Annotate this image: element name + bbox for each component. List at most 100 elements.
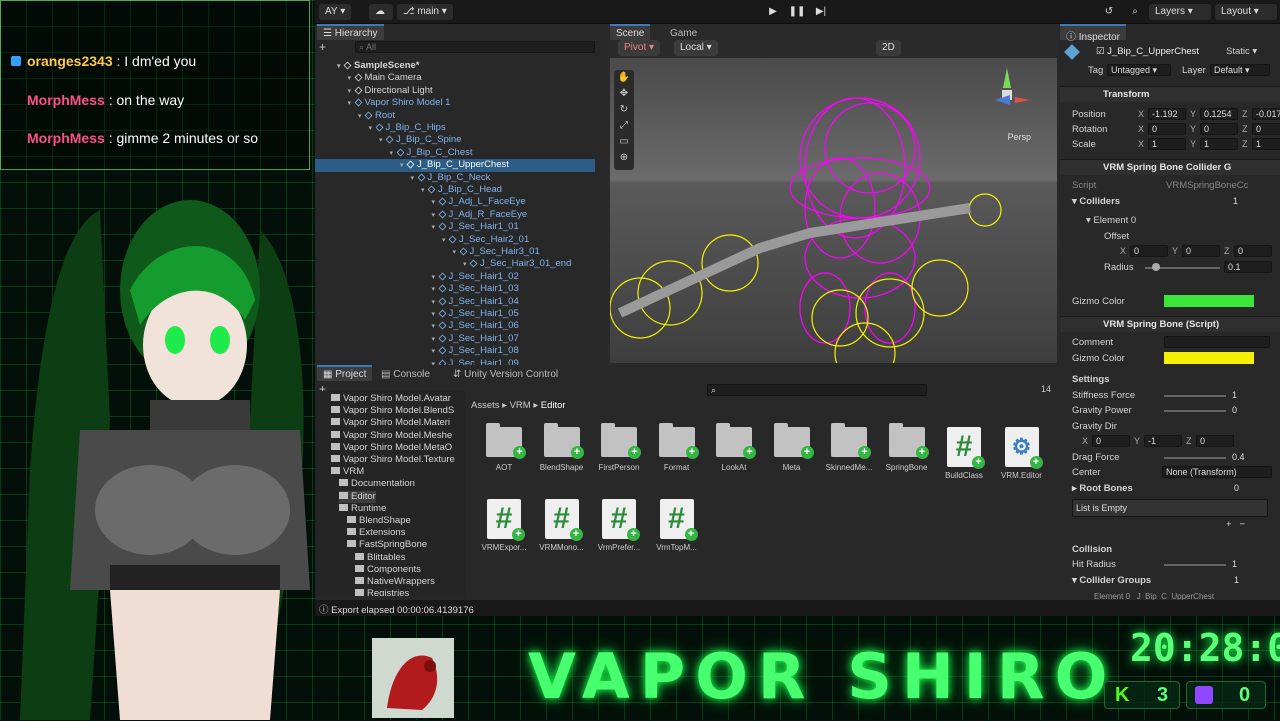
expand-arrow-icon[interactable]: ▾	[432, 335, 439, 343]
toggle-2d-button[interactable]: 2D	[876, 40, 901, 56]
project-tree-item[interactable]: BlendShape	[347, 515, 411, 527]
drag-slider[interactable]	[1164, 457, 1226, 459]
project-tree-item[interactable]: VRM	[331, 466, 364, 478]
project-tree-item[interactable]: Extensions	[347, 527, 405, 539]
expand-arrow-icon[interactable]: ▾	[432, 223, 439, 231]
expand-arrow-icon[interactable]: ▾	[432, 273, 439, 281]
tab-console[interactable]: ▤ Console	[375, 365, 436, 381]
hierarchy-item[interactable]: ▾ J_Sec_Hair1_07	[315, 333, 595, 345]
collider-group-element[interactable]: Element 0 J_Bip_C_UpperChest	[1094, 592, 1214, 600]
breadcrumb-vrm[interactable]: VRM	[510, 400, 531, 411]
gravity-dir-z-field[interactable]: 0	[1196, 435, 1234, 447]
root-bones-count[interactable]: 0	[1234, 483, 1239, 493]
hierarchy-item[interactable]: ▾ J_Bip_C_Head	[315, 184, 595, 196]
expand-arrow-icon[interactable]: ▾	[348, 87, 355, 95]
account-dropdown[interactable]: AY ▾	[319, 4, 352, 20]
project-tree-item[interactable]: Components	[355, 564, 421, 576]
transform-header[interactable]: Transform	[1060, 86, 1280, 102]
spring-bone-header[interactable]: VRM Spring Bone (Script)	[1060, 316, 1280, 332]
gizmo-color-swatch[interactable]	[1164, 295, 1254, 307]
rotation-x-field[interactable]: 0	[1148, 123, 1186, 135]
expand-arrow-icon[interactable]: ▾	[432, 347, 439, 355]
offset-y-field[interactable]: 0	[1182, 245, 1220, 257]
hierarchy-item[interactable]: ▾ J_Adj_L_FaceEye	[315, 196, 595, 208]
hierarchy-item[interactable]: ▾ J_Sec_Hair3_01_end	[315, 258, 595, 270]
hit-radius-slider[interactable]	[1164, 564, 1226, 566]
expand-arrow-icon[interactable]: ▾	[337, 62, 344, 70]
asset-item[interactable]: # + VrmPrefer...	[593, 499, 645, 552]
project-tree-item[interactable]: Vapor Shiro Model.Materi	[331, 417, 450, 429]
tab-inspector[interactable]: ⓘ Inspector	[1060, 24, 1126, 43]
colliders-count[interactable]: 1	[1233, 196, 1238, 206]
local-dropdown[interactable]: Local ▾	[674, 40, 718, 56]
hierarchy-item[interactable]: ▾ J_Sec_Hair1_05	[315, 308, 595, 320]
hierarchy-item[interactable]: ▾ J_Bip_C_Neck	[315, 172, 595, 184]
stiffness-slider[interactable]	[1164, 395, 1226, 397]
collider-group-header[interactable]: VRM Spring Bone Collider G	[1060, 159, 1280, 175]
hit-radius-value[interactable]: 1	[1232, 559, 1237, 569]
offset-z-field[interactable]: 0	[1234, 245, 1272, 257]
rotate-tool-icon[interactable]: ↻	[614, 102, 634, 118]
comment-field[interactable]	[1164, 336, 1270, 348]
scale-tool-icon[interactable]: ⤢	[614, 118, 634, 134]
search-icon[interactable]: ⌕	[1125, 4, 1145, 20]
scale-z-field[interactable]: 1	[1252, 138, 1280, 150]
asset-item[interactable]: + LookAt	[708, 423, 760, 472]
scale-x-field[interactable]: 1	[1148, 138, 1186, 150]
hierarchy-item[interactable]: ▾ J_Sec_Hair1_09	[315, 358, 595, 365]
expand-arrow-icon[interactable]: ▾	[411, 174, 418, 182]
expand-arrow-icon[interactable]: ▾	[379, 136, 386, 144]
hierarchy-search-input[interactable]: ⌕ All	[355, 41, 595, 53]
position-z-field[interactable]: -0.017	[1252, 108, 1280, 120]
breadcrumb-editor[interactable]: Editor	[541, 400, 566, 411]
hierarchy-item[interactable]: ▾ J_Sec_Hair1_03	[315, 283, 595, 295]
tab-game[interactable]: Game	[664, 24, 703, 40]
expand-arrow-icon[interactable]: ▾	[369, 124, 376, 132]
asset-item[interactable]: + FirstPerson	[593, 423, 645, 472]
hierarchy-item[interactable]: ▾ J_Bip_C_Spine	[315, 134, 595, 146]
stiffness-value[interactable]: 1	[1232, 390, 1237, 400]
pivot-dropdown[interactable]: Pivot ▾	[618, 40, 661, 56]
tab-scene[interactable]: Scene	[610, 24, 651, 40]
expand-arrow-icon[interactable]: ▾	[432, 198, 439, 206]
transform-tool-icon[interactable]: ⊕	[614, 150, 634, 166]
hand-tool-icon[interactable]: ✋	[614, 70, 634, 86]
pause-icon[interactable]: ❚❚	[787, 4, 807, 20]
step-icon[interactable]: ▶|	[811, 4, 831, 20]
root-bones-foldout[interactable]: ▸ Root Bones	[1072, 483, 1133, 494]
project-tree-item[interactable]: NativeWrappers	[355, 576, 435, 588]
gizmo-color-swatch-2[interactable]	[1164, 352, 1254, 364]
asset-item[interactable]: # + VRMExpor...	[478, 499, 530, 552]
project-tree-item[interactable]: Blittables	[355, 552, 406, 564]
layers-dropdown[interactable]: Layers ▾	[1149, 4, 1211, 20]
hierarchy-item[interactable]: ▾ J_Sec_Hair1_08	[315, 345, 595, 357]
rotation-z-field[interactable]: 0	[1252, 123, 1280, 135]
hierarchy-item[interactable]: ▾ J_Bip_C_Chest	[315, 147, 595, 159]
hierarchy-item[interactable]: ▾ Vapor Shiro Model 1	[315, 97, 595, 109]
radius-slider-handle[interactable]	[1152, 263, 1160, 271]
expand-arrow-icon[interactable]: ▾	[348, 99, 355, 107]
collider-groups-count[interactable]: 1	[1234, 575, 1239, 585]
expand-arrow-icon[interactable]: ▾	[432, 211, 439, 219]
gravity-dir-x-field[interactable]: 0	[1092, 435, 1130, 447]
project-tree-item[interactable]: Documentation	[339, 478, 415, 490]
add-icon[interactable]: +	[319, 40, 326, 54]
collider-groups-foldout[interactable]: ▾ Collider Groups	[1072, 575, 1151, 586]
expand-arrow-icon[interactable]: ▾	[463, 260, 470, 268]
cloud-icon[interactable]: ☁	[369, 4, 393, 20]
rect-tool-icon[interactable]: ▭	[614, 134, 634, 150]
project-tree-item[interactable]: Vapor Shiro Model.Meshe	[331, 430, 452, 442]
expand-arrow-icon[interactable]: ▾	[432, 322, 439, 330]
hierarchy-item[interactable]: ▾ J_Bip_C_UpperChest	[315, 159, 595, 172]
asset-item[interactable]: + SpringBone	[881, 423, 933, 472]
position-y-field[interactable]: 0.1254	[1200, 108, 1238, 120]
asset-item[interactable]: # + VrmTopM...	[651, 499, 703, 552]
project-tree-item[interactable]: Vapor Shiro Model.Avatar	[331, 393, 451, 405]
expand-arrow-icon[interactable]: ▾	[453, 248, 460, 256]
tag-dropdown[interactable]: Untagged ▾	[1107, 64, 1171, 76]
gravity-dir-y-field[interactable]: -1	[1144, 435, 1182, 447]
hierarchy-item[interactable]: ▾ J_Sec_Hair1_06	[315, 320, 595, 332]
asset-item[interactable]: + BlendShape	[536, 423, 588, 472]
gravity-power-value[interactable]: 0	[1232, 405, 1237, 415]
expand-arrow-icon[interactable]: ▾	[432, 285, 439, 293]
